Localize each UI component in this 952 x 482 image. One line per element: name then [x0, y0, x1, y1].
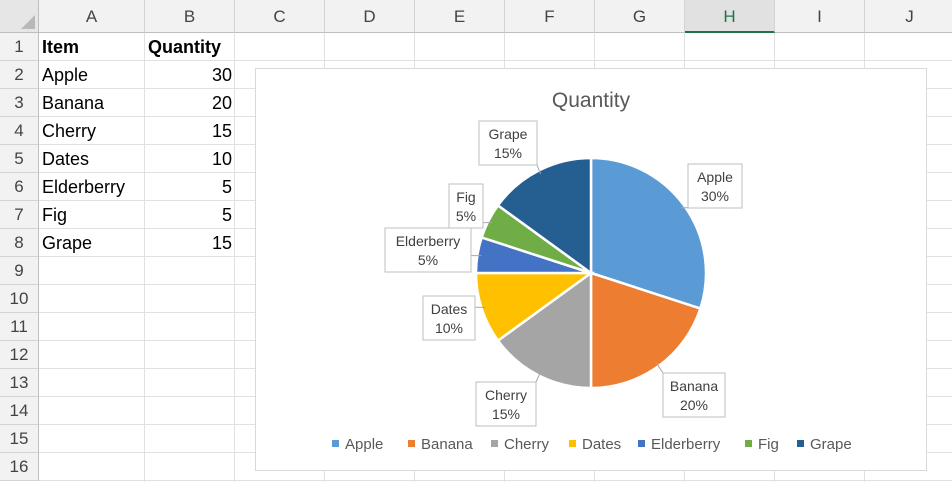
cell-b4[interactable]: 15 [145, 117, 235, 145]
column-header-c[interactable]: C [235, 0, 325, 33]
column-header-i[interactable]: I [775, 0, 865, 33]
cell-b7[interactable]: 5 [145, 201, 235, 229]
column-header-d[interactable]: D [325, 0, 415, 33]
data-label-category: Grape [489, 126, 528, 142]
legend-marker-elderberry [638, 440, 645, 447]
pie-chart[interactable]: Quantity Apple 30% Banana 20% Cherry 15% Dates… [255, 68, 927, 471]
data-label-category: Dates [431, 301, 468, 317]
legend-marker-grape [797, 440, 804, 447]
row-header-15[interactable]: 15 [0, 425, 39, 453]
data-label-percent: 20% [680, 397, 708, 413]
legend-marker-dates [569, 440, 576, 447]
cell-b5[interactable]: 10 [145, 145, 235, 173]
data-label-percent: 5% [456, 208, 476, 224]
row-header-2[interactable]: 2 [0, 61, 39, 89]
data-label-percent: 30% [701, 188, 729, 204]
select-all-corner[interactable] [0, 0, 39, 33]
data-label-category: Elderberry [396, 233, 461, 249]
column-header-h[interactable]: H [685, 0, 775, 33]
cell-b6[interactable]: 5 [145, 173, 235, 201]
select-all-icon [21, 15, 35, 29]
data-label-category: Banana [670, 378, 718, 394]
data-label-percent: 15% [494, 145, 522, 161]
row-header-10[interactable]: 10 [0, 285, 39, 313]
legend-entry-grape[interactable]: Grape [810, 436, 852, 453]
row-header-4[interactable]: 4 [0, 117, 39, 145]
cell-a1[interactable]: Item [39, 33, 145, 61]
cell-a8[interactable]: Grape [39, 229, 145, 257]
legend-entry-elderberry[interactable]: Elderberry [651, 436, 721, 453]
grid-line [39, 480, 952, 481]
legend-marker-banana [408, 440, 415, 447]
data-label-category: Fig [456, 189, 475, 205]
legend-marker-cherry [491, 440, 498, 447]
column-header-a[interactable]: A [39, 0, 145, 33]
legend-entry-apple[interactable]: Apple [345, 436, 383, 453]
data-label-percent: 15% [492, 406, 520, 422]
cell-b8[interactable]: 15 [145, 229, 235, 257]
row-header-5[interactable]: 5 [0, 145, 39, 173]
legend-entry-cherry[interactable]: Cherry [504, 436, 550, 453]
row-header-12[interactable]: 12 [0, 341, 39, 369]
column-header-b[interactable]: B [145, 0, 235, 33]
legend-entry-banana[interactable]: Banana [421, 436, 473, 453]
row-header-1[interactable]: 1 [0, 33, 39, 61]
legend-entry-fig[interactable]: Fig [758, 436, 779, 453]
row-header-3[interactable]: 3 [0, 89, 39, 117]
cell-a6[interactable]: Elderberry [39, 173, 145, 201]
chart-svg: Quantity Apple 30% Banana 20% Cherry 15% Dates… [332, 89, 852, 453]
data-label-percent: 5% [418, 252, 438, 268]
column-header-j[interactable]: J [865, 0, 952, 33]
cell-a2[interactable]: Apple [39, 61, 145, 89]
cell-a4[interactable]: Cherry [39, 117, 145, 145]
cell-a3[interactable]: Banana [39, 89, 145, 117]
data-label-category: Apple [697, 169, 733, 185]
legend-marker-fig [745, 440, 752, 447]
data-label-category: Cherry [485, 387, 527, 403]
column-header-f[interactable]: F [505, 0, 595, 33]
row-header-14[interactable]: 14 [0, 397, 39, 425]
cell-b2[interactable]: 30 [145, 61, 235, 89]
row-header-8[interactable]: 8 [0, 229, 39, 257]
cell-b3[interactable]: 20 [145, 89, 235, 117]
cell-a7[interactable]: Fig [39, 201, 145, 229]
row-header-13[interactable]: 13 [0, 369, 39, 397]
row-header-6[interactable]: 6 [0, 173, 39, 201]
legend-entry-dates[interactable]: Dates [582, 436, 621, 453]
row-header-16[interactable]: 16 [0, 453, 39, 481]
legend-marker-apple [332, 440, 339, 447]
column-header-g[interactable]: G [595, 0, 685, 33]
row-header-11[interactable]: 11 [0, 313, 39, 341]
row-header-9[interactable]: 9 [0, 257, 39, 285]
chart-title: Quantity [552, 89, 631, 112]
data-label-percent: 10% [435, 320, 463, 336]
cell-b1[interactable]: Quantity [145, 33, 235, 61]
row-header-7[interactable]: 7 [0, 201, 39, 229]
cell-a5[interactable]: Dates [39, 145, 145, 173]
column-header-e[interactable]: E [415, 0, 505, 33]
